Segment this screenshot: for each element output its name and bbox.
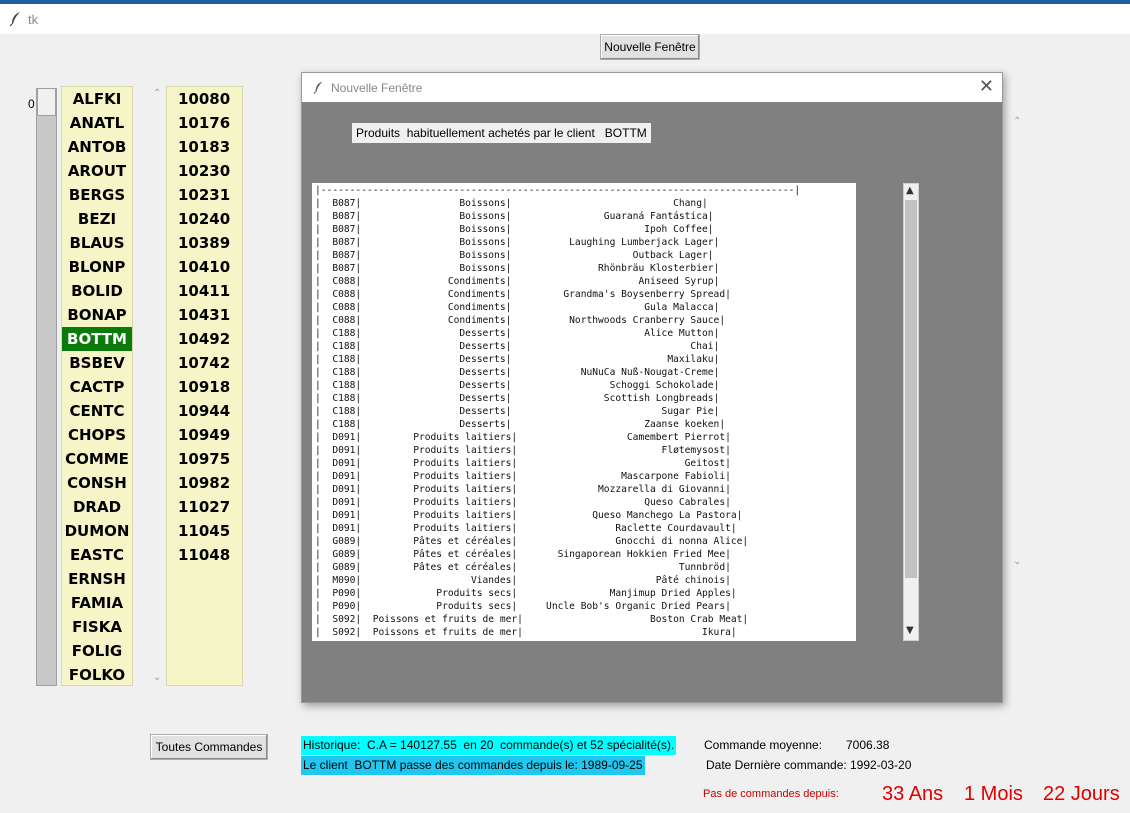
order-listbox[interactable]: 10080 10176 10183 10230 10231 10240 10389 10410… (166, 86, 243, 686)
produits-textbox[interactable]: |---------------------------------------… (312, 183, 856, 641)
order-list-item[interactable]: 10183 (167, 135, 242, 159)
order-list-item[interactable]: 11045 (167, 519, 242, 543)
order-list-item[interactable]: 11027 (167, 495, 242, 519)
mois-value: 1 Mois (964, 783, 1023, 805)
scrollbar-thumb[interactable] (905, 200, 917, 578)
chevron-up-icon[interactable]: ▲ (906, 185, 914, 196)
order-list-item[interactable]: 10742 (167, 351, 242, 375)
window-title: tk (28, 12, 39, 27)
client-list-item[interactable]: CHOPS (62, 423, 132, 447)
order-list-item[interactable]: 10975 (167, 447, 242, 471)
commande-moyenne-label: Commande moyenne: (704, 738, 823, 752)
client-list-item[interactable]: BERGS (62, 183, 132, 207)
order-list-item[interactable]: 10918 (167, 375, 242, 399)
scale-slider-thumb[interactable] (37, 88, 56, 116)
chevron-down-icon[interactable]: ▼ (906, 625, 914, 636)
jours-value: 22 Jours (1043, 783, 1120, 805)
client-list-item[interactable]: BLONP (62, 255, 132, 279)
order-list-item[interactable]: 10080 (167, 87, 242, 111)
client-list-item[interactable]: FISKA (62, 615, 132, 639)
order-list-item[interactable]: 10389 (167, 231, 242, 255)
client-listbox[interactable]: ALFKI ANATL ANTOB AROUT BERGS BEZI BLAUS BLONP B… (61, 86, 133, 686)
feather-icon (313, 81, 323, 94)
client-list-item[interactable]: CACTP (62, 375, 132, 399)
client-list-item[interactable]: BSBEV (62, 351, 132, 375)
chevron-down-icon[interactable]: ⌄ (153, 672, 161, 683)
client-list-item[interactable]: BOTTM (62, 327, 132, 351)
derniere-commande-value: 1992-03-20 (850, 758, 912, 772)
order-list-item[interactable]: 10949 (167, 423, 242, 447)
close-icon[interactable]: ✕ (979, 76, 994, 97)
chevron-up-icon[interactable]: ⌃ (153, 88, 161, 99)
order-list-item[interactable]: 10240 (167, 207, 242, 231)
chevron-down-icon[interactable]: ⌄ (1013, 556, 1021, 567)
order-list-item[interactable]: 10431 (167, 303, 242, 327)
historique-label: Historique: C.A = 140127.55 en 20 comman… (301, 736, 677, 755)
client-list-item[interactable]: BEZI (62, 207, 132, 231)
client-list-item[interactable]: CONSH (62, 471, 132, 495)
client-list-item[interactable]: AROUT (62, 159, 132, 183)
client-depuis-label: Le client BOTTM passe des commandes depu… (301, 756, 645, 775)
nouvelle-fenetre-window: Nouvelle Fenêtre ✕ Produits habituelleme… (301, 72, 1003, 703)
modal-titlebar: Nouvelle Fenêtre ✕ (302, 73, 1002, 102)
order-list-item[interactable]: 10230 (167, 159, 242, 183)
derniere-commande-label: Date Dernière commande: (706, 758, 847, 772)
order-list-item[interactable]: 11048 (167, 543, 242, 567)
scale-track[interactable] (36, 88, 57, 686)
toutes-commandes-button[interactable]: Toutes Commandes (150, 734, 268, 760)
produits-scrollbar[interactable]: ▲ ▼ (903, 183, 919, 641)
client-list-item[interactable]: BLAUS (62, 231, 132, 255)
chevron-up-icon[interactable]: ⌃ (1013, 116, 1021, 127)
commande-moyenne-value: 7006.38 (846, 738, 890, 752)
window-titlebar: tk (0, 4, 1130, 34)
order-list-item[interactable]: 10492 (167, 327, 242, 351)
client-list-item[interactable]: ANTOB (62, 135, 132, 159)
scale-value: 0 (28, 97, 35, 111)
client-list-item[interactable]: CENTC (62, 399, 132, 423)
order-list-item[interactable]: 10231 (167, 183, 242, 207)
modal-title: Nouvelle Fenêtre (331, 81, 423, 95)
order-list-item[interactable]: 10411 (167, 279, 242, 303)
order-list-item[interactable]: 10410 (167, 255, 242, 279)
produits-text: |---------------------------------------… (315, 185, 801, 638)
order-list-item[interactable]: 10982 (167, 471, 242, 495)
ans-value: 33 Ans (882, 783, 944, 805)
client-list-item[interactable]: EASTC (62, 543, 132, 567)
client-list-item[interactable]: BONAP (62, 303, 132, 327)
client-list-item[interactable]: DUMON (62, 519, 132, 543)
client-list-item[interactable]: ERNSH (62, 567, 132, 591)
order-list-item[interactable]: 10176 (167, 111, 242, 135)
pas-de-commandes-label: Pas de commandes depuis: (703, 788, 839, 800)
order-list-item[interactable]: 10944 (167, 399, 242, 423)
client-list-item[interactable]: ANATL (62, 111, 132, 135)
feather-icon (9, 12, 20, 27)
client-list-item[interactable]: FAMIA (62, 591, 132, 615)
client-list-item[interactable]: ALFKI (62, 87, 132, 111)
produits-label: Produits habituellement achetés par le c… (352, 123, 651, 143)
client-list-item[interactable]: FOLIG (62, 639, 132, 663)
client-list-item[interactable]: BOLID (62, 279, 132, 303)
client-list-item[interactable]: COMME (62, 447, 132, 471)
client-list-item[interactable]: FOLKO (62, 663, 132, 687)
client-list-item[interactable]: DRAD (62, 495, 132, 519)
nouvelle-fenetre-button[interactable]: Nouvelle Fenêtre (600, 34, 700, 60)
